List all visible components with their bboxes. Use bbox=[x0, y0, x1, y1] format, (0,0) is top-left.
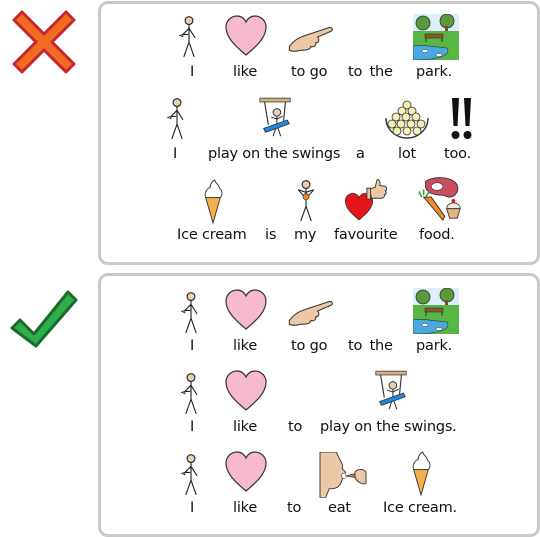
word: park. bbox=[416, 64, 453, 80]
word: too. bbox=[444, 146, 471, 162]
word: like bbox=[233, 419, 258, 435]
ice-cream-icon bbox=[410, 450, 432, 498]
word: like bbox=[233, 338, 258, 354]
person-icon bbox=[176, 14, 202, 60]
word: Ice cream bbox=[177, 227, 247, 243]
word: to the bbox=[348, 64, 393, 80]
food-icon bbox=[417, 176, 463, 224]
person-icon bbox=[164, 96, 190, 142]
word: I bbox=[190, 419, 195, 435]
park-icon bbox=[413, 288, 459, 334]
swing-icon bbox=[372, 369, 410, 417]
heart-icon bbox=[224, 288, 268, 332]
word: is bbox=[265, 227, 277, 243]
word: like bbox=[233, 64, 258, 80]
word: my bbox=[294, 227, 317, 243]
check-icon bbox=[10, 290, 78, 348]
heart-icon bbox=[224, 450, 268, 494]
eating-icon bbox=[318, 452, 368, 498]
pointing-hand-icon bbox=[286, 296, 336, 328]
word: I bbox=[173, 146, 178, 162]
swing-icon bbox=[256, 96, 294, 144]
heart-icon bbox=[224, 369, 268, 413]
word: to go bbox=[291, 64, 328, 80]
cross-icon bbox=[12, 10, 76, 74]
word: park. bbox=[416, 338, 453, 354]
word: to go bbox=[291, 338, 328, 354]
word: like bbox=[233, 500, 258, 516]
heart-icon bbox=[224, 14, 268, 58]
word: food. bbox=[419, 227, 455, 243]
word: play on the swings bbox=[208, 146, 341, 162]
person-holding-icon bbox=[293, 178, 319, 224]
pile-of-balls-icon bbox=[384, 100, 430, 140]
park-icon bbox=[413, 14, 459, 60]
pointing-hand-icon bbox=[286, 22, 336, 54]
word: I bbox=[190, 500, 195, 516]
word: eat bbox=[328, 500, 351, 516]
person-icon bbox=[178, 452, 204, 498]
word: to bbox=[287, 500, 302, 516]
word: play on the swings. bbox=[320, 419, 457, 435]
word: Ice cream. bbox=[383, 500, 457, 516]
word: to the bbox=[348, 338, 393, 354]
word: I bbox=[190, 338, 195, 354]
word: I bbox=[190, 64, 195, 80]
double-exclamation-icon bbox=[449, 96, 475, 142]
word: favourite bbox=[334, 227, 398, 243]
person-icon bbox=[178, 290, 204, 336]
word: a bbox=[356, 146, 365, 162]
person-icon bbox=[178, 371, 204, 417]
thumbs-up-icon bbox=[366, 178, 388, 202]
word: to bbox=[288, 419, 303, 435]
ice-cream-icon bbox=[202, 178, 224, 226]
word: lot bbox=[398, 146, 416, 162]
